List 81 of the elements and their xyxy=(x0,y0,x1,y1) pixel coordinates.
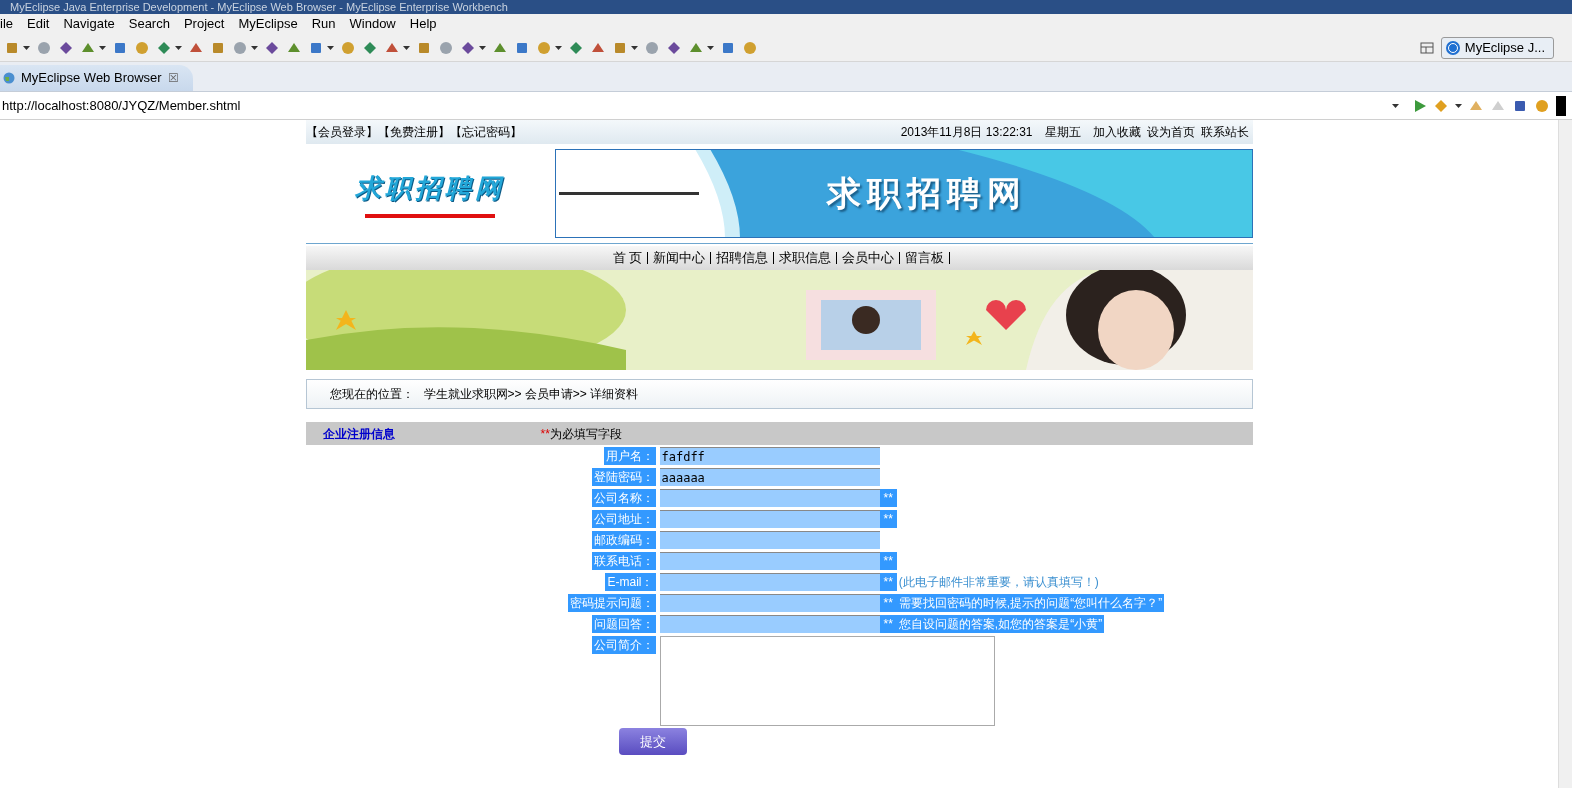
input-field[interactable] xyxy=(659,531,880,549)
tab-label: MyEclipse Web Browser xyxy=(21,69,162,88)
menu-item[interactable]: Run xyxy=(311,14,336,34)
input-field[interactable] xyxy=(659,552,880,570)
menu-item[interactable]: Search xyxy=(128,14,170,34)
perspective-button[interactable]: MyEclipse J... xyxy=(1440,36,1554,59)
toolbar-icon[interactable] xyxy=(460,39,476,56)
close-icon[interactable]: ☒ xyxy=(167,69,179,87)
toolbar-icon[interactable] xyxy=(58,39,74,56)
caret-icon[interactable] xyxy=(327,45,334,50)
field-label: 密码提示问题： xyxy=(567,594,656,612)
nav-link[interactable]: 招聘信息 xyxy=(711,248,774,268)
field-label: 问题回答： xyxy=(591,615,656,633)
caret-icon[interactable] xyxy=(631,45,638,50)
field-label: 联系电话： xyxy=(591,552,656,570)
caret-icon[interactable] xyxy=(1455,103,1462,108)
nav-link[interactable]: 会员中心 xyxy=(837,248,900,268)
caret-icon[interactable] xyxy=(251,45,258,50)
top-link[interactable]: 联系站长 xyxy=(1200,123,1249,141)
top-link[interactable]: 【会员登录】 xyxy=(305,123,378,141)
menu-item[interactable]: Help xyxy=(409,14,437,34)
nav-link[interactable]: 新闻中心 xyxy=(648,248,711,268)
toolbar-icon[interactable] xyxy=(666,39,682,56)
breadcrumb-label: 您现在的位置： xyxy=(329,386,414,403)
top-link[interactable]: 【忘记密码】 xyxy=(449,123,522,141)
nav-link[interactable]: 首 页 xyxy=(607,248,648,268)
input-field[interactable] xyxy=(659,615,880,633)
field-hint: (此电子邮件非常重要，请认真填写！) xyxy=(897,574,1100,591)
field-label: 登陆密码： xyxy=(591,468,656,486)
top-link[interactable]: 【免费注册】 xyxy=(377,123,450,141)
textarea-field[interactable] xyxy=(659,636,995,726)
field-label: 邮政编码： xyxy=(591,531,656,549)
field-label: E-mail： xyxy=(605,573,656,591)
nav-link[interactable]: 求职信息 xyxy=(774,248,837,268)
input-field[interactable] xyxy=(659,594,880,612)
datetime: 2013年11月8日 13:22:31 xyxy=(900,124,1033,141)
caret-icon[interactable] xyxy=(175,45,182,50)
go-icon[interactable] xyxy=(1413,98,1427,113)
site-logo: 求职招聘网 xyxy=(355,172,505,205)
menu-item[interactable]: Navigate xyxy=(63,14,115,34)
nav-link[interactable]: 留言板 xyxy=(900,248,950,268)
window-title: MyEclipse Java Enterprise Development - MyEclipse Web Browser - MyEclipse Enterprise Workbench xyxy=(10,0,508,14)
menu-item[interactable]: Window xyxy=(349,14,396,34)
panel-edge xyxy=(1556,95,1566,116)
toolbar-icon[interactable] xyxy=(264,39,280,56)
caret-icon[interactable] xyxy=(99,45,106,50)
input-field[interactable]: fafdff xyxy=(659,447,880,465)
required-note: **为必填写字段 xyxy=(540,425,622,443)
perspective-icon[interactable] xyxy=(1418,39,1435,56)
field-label: 公司地址： xyxy=(591,510,656,528)
breadcrumb-path: 学生就业求职网>> 会员申请>> 详细资料 xyxy=(423,386,639,403)
caret-icon[interactable] xyxy=(23,45,30,50)
input-field[interactable]: aaaaaa xyxy=(659,468,880,486)
caret-icon[interactable] xyxy=(479,45,486,50)
weekday: 星期五 xyxy=(1044,124,1081,141)
caret-icon[interactable] xyxy=(403,45,410,50)
toolbar-icon[interactable] xyxy=(156,39,172,56)
top-link[interactable]: 加入收藏 xyxy=(1092,123,1141,141)
input-field[interactable] xyxy=(659,510,880,528)
submit-button[interactable]: 提交 xyxy=(618,728,687,755)
menu-item[interactable]: Project xyxy=(183,14,225,34)
section-title: 企业注册信息 xyxy=(322,425,396,443)
field-hint: 您自设问题的答案,如您的答案是“小黄” xyxy=(896,615,1105,633)
editor-tab[interactable]: MyEclipse Web Browser ☒ xyxy=(0,65,193,91)
input-field[interactable] xyxy=(659,489,880,507)
field-hint: 需要找回密码的时候,提示的问题“您叫什么名字？” xyxy=(896,594,1165,612)
caret-icon[interactable] xyxy=(1392,103,1399,108)
caret-icon[interactable] xyxy=(555,45,562,50)
menu-item[interactable]: ile xyxy=(0,14,13,34)
toolbar-icon[interactable] xyxy=(362,39,378,56)
globe-icon xyxy=(3,72,15,84)
menu-item[interactable]: Edit xyxy=(27,14,50,34)
toolbar-icon[interactable] xyxy=(568,39,584,56)
field-label: 公司名称： xyxy=(591,489,656,507)
field-label: 用户名： xyxy=(603,447,656,465)
menu-item[interactable]: MyEclipse xyxy=(238,14,298,34)
banner-title: 求职招聘网 xyxy=(826,173,1027,214)
field-label: 公司简介： xyxy=(591,636,656,654)
top-link[interactable]: 设为首页 xyxy=(1146,123,1195,141)
caret-icon[interactable] xyxy=(707,45,714,50)
input-field[interactable] xyxy=(659,573,880,591)
